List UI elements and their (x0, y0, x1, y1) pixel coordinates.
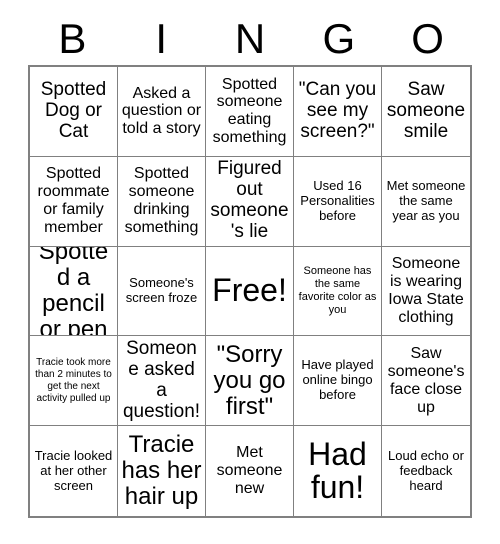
bingo-cell[interactable]: "Can you see my screen?" (294, 67, 382, 157)
bingo-cell[interactable]: Have played online bingo before (294, 336, 382, 427)
bingo-cell-label: Asked a question or told a story (121, 84, 202, 138)
bingo-cell-label: Saw someone's face close up (387, 344, 465, 416)
bingo-cell-label: Someone has the same favorite color as y… (298, 265, 377, 316)
bingo-card: B I N G O Spotted Dog or Cat Asked a que… (0, 0, 500, 544)
bingo-cell-label: Have played online bingo before (301, 357, 374, 403)
bingo-header-letter-i: I (155, 14, 168, 62)
bingo-cell-label: Spotted Dog or Cat (40, 79, 107, 142)
bingo-cell[interactable]: Spotted Dog or Cat (30, 67, 118, 157)
bingo-cell-label: Met someone the same year as you (386, 177, 466, 223)
bingo-cell-label: Saw someone smile (386, 79, 466, 142)
bingo-cell[interactable]: "Sorry you go first" (206, 336, 294, 427)
bingo-cell[interactable]: Spotted someone eating something (206, 67, 294, 157)
bingo-cell-label: Tracie took more than 2 minutes to get t… (35, 356, 112, 404)
bingo-cell[interactable]: Spotted roommate or family member (30, 156, 118, 247)
bingo-header-letter-o: O (411, 14, 444, 62)
bingo-cell[interactable]: Figured out someone's lie (206, 156, 294, 247)
bingo-cell[interactable]: Tracie took more than 2 minutes to get t… (30, 336, 118, 427)
bingo-cell[interactable]: Asked a question or told a story (118, 67, 206, 157)
bingo-cell-label: Spotted someone eating something (212, 75, 287, 147)
bingo-cell[interactable]: Used 16 Personalities before (294, 156, 382, 247)
bingo-cell-label: "Can you see my screen?" (298, 79, 377, 142)
bingo-cell-label: Figured out someone's lie (210, 158, 289, 243)
bingo-cell-label: Tracie has her hair up (121, 431, 202, 511)
bingo-header-letter-n: N (234, 14, 266, 62)
bingo-cell[interactable]: Someone is wearing Iowa State clothing (382, 246, 470, 337)
bingo-cell-label: Someone's screen froze (125, 275, 198, 305)
bingo-cell-label: Spotted someone drinking something (124, 165, 199, 237)
bingo-cell-label: Had fun! (308, 435, 367, 506)
bingo-cell-label: Tracie looked at her other screen (34, 447, 113, 493)
bingo-cell-label: Spotted a pencil or pen (38, 246, 109, 337)
bingo-cell-label: Loud echo or feedback heard (388, 447, 464, 493)
bingo-cell[interactable]: Someone's screen froze (118, 246, 206, 337)
bingo-cell-label: Used 16 Personalities before (300, 177, 375, 223)
bingo-header-row: B I N G O (28, 12, 472, 65)
bingo-cell[interactable]: Saw someone's face close up (382, 336, 470, 427)
bingo-cell-label: Someone is wearing Iowa State clothing (388, 255, 464, 326)
bingo-cell-label: "Sorry you go first" (213, 340, 286, 420)
bingo-cell[interactable]: Met someone the same year as you (382, 156, 470, 247)
bingo-header-letter-g: G (322, 14, 356, 62)
bingo-cell-free[interactable]: Free! (206, 246, 294, 337)
bingo-cell[interactable]: Met someone new (206, 426, 294, 516)
bingo-cell[interactable]: Tracie looked at her other screen (30, 426, 118, 516)
bingo-cell[interactable]: Loud echo or feedback heard (382, 426, 470, 516)
bingo-header-letter-b: B (58, 14, 87, 62)
bingo-cell[interactable]: Someone has the same favorite color as y… (294, 246, 382, 337)
bingo-cell[interactable]: Someone asked a question! (118, 336, 206, 427)
bingo-free-label: Free! (212, 272, 287, 309)
bingo-cell-label: Met someone new (216, 444, 283, 498)
bingo-cell[interactable]: Spotted a pencil or pen (30, 246, 118, 337)
bingo-grid: Spotted Dog or Cat Asked a question or t… (28, 65, 472, 518)
bingo-cell[interactable]: Tracie has her hair up (118, 426, 206, 516)
bingo-cell[interactable]: Saw someone smile (382, 67, 470, 157)
bingo-cell[interactable]: Spotted someone drinking something (118, 156, 206, 247)
bingo-cell[interactable]: Had fun! (294, 426, 382, 516)
bingo-cell-label: Spotted roommate or family member (37, 165, 110, 237)
bingo-cell-label: Someone asked a question! (122, 338, 201, 422)
